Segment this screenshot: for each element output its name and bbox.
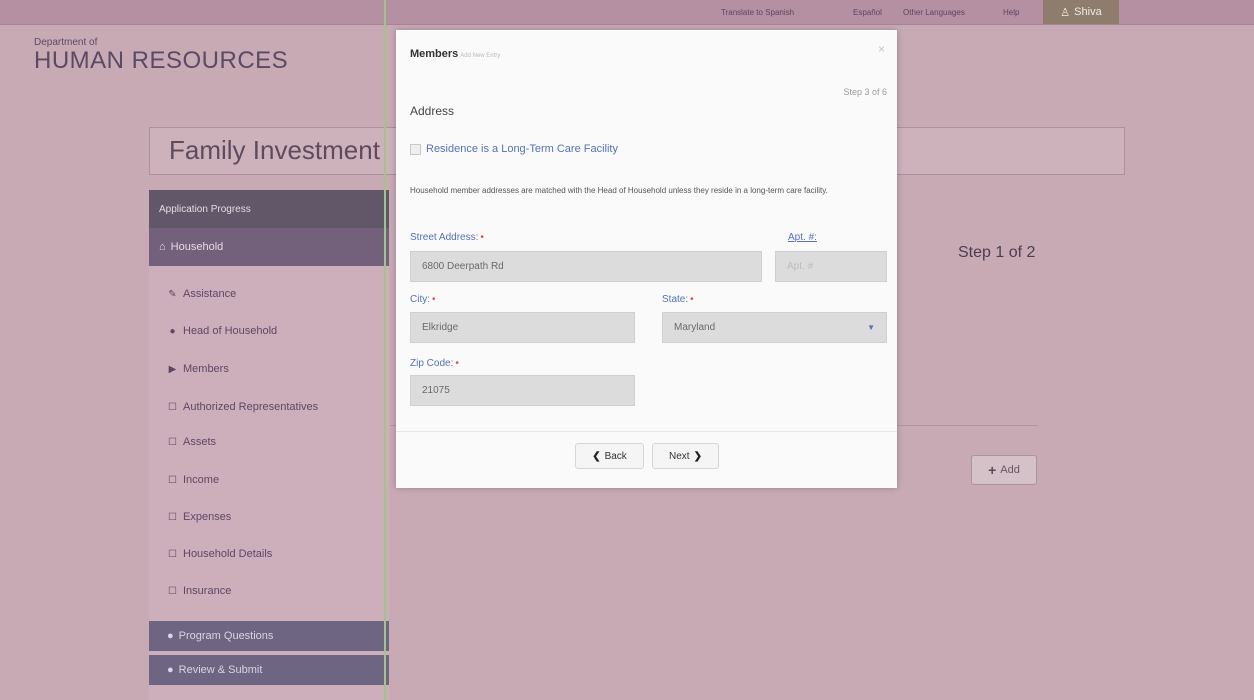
add-button[interactable]: + Add	[971, 455, 1037, 485]
state-select[interactable]: Maryland ▼	[662, 312, 887, 343]
step-indicator: Step 1 of 2	[958, 244, 1036, 261]
address-info-text: Household member addresses are matched w…	[410, 186, 828, 195]
long-term-care-checkbox[interactable]: Residence is a Long-Term Care Facility	[410, 143, 618, 155]
sidebar-item-label: Authorized Representatives	[183, 401, 319, 413]
home-icon: ⌂	[159, 241, 166, 253]
brand-logo[interactable]: Department of HUMAN RESOURCES	[34, 38, 288, 74]
apt-input[interactable]: Apt. #	[775, 251, 887, 282]
sidebar-item-label: Household Details	[183, 548, 273, 560]
sidebar-item-authorized-representatives[interactable]: ☐ Authorized Representatives	[167, 401, 318, 413]
city-input[interactable]: Elkridge	[410, 312, 635, 343]
required-marker: •	[480, 232, 484, 243]
members-modal: Members Add New Entry × Step 3 of 6 Addre…	[396, 30, 897, 488]
street-address-label: Street Address: •	[410, 232, 484, 243]
zip-code-label-text: Zip Code:	[410, 358, 454, 369]
square-icon: ☐	[168, 401, 177, 413]
play-arrow-icon: ▶	[168, 363, 177, 375]
sidebar-item-household-details[interactable]: ☐ Household Details	[167, 548, 272, 560]
square-icon: ☐	[168, 436, 177, 448]
back-button[interactable]: ❮ Back	[575, 443, 644, 469]
modal-title: Members Add New Entry	[410, 48, 500, 60]
square-icon: ☐	[168, 511, 177, 523]
close-icon[interactable]: ×	[878, 42, 885, 56]
checkbox-box[interactable]	[410, 143, 421, 155]
state-label: State: •	[662, 294, 694, 305]
address-heading: Address	[410, 104, 455, 118]
square-icon: ☐	[168, 548, 177, 560]
edit-icon: ✎	[168, 288, 177, 300]
modal-step-indicator: Step 3 of 6	[843, 87, 887, 97]
apt-label: Apt. #:	[788, 232, 817, 243]
info-circle-icon: ●	[169, 325, 176, 337]
sidebar-item-program-questions[interactable]: ● Program Questions	[149, 621, 389, 651]
sidebar-item-expenses[interactable]: ☐ Expenses	[167, 511, 231, 523]
add-button-label: Add	[1000, 464, 1020, 476]
sidebar-item-label: Insurance	[183, 585, 232, 597]
brand-name: HUMAN RESOURCES	[34, 47, 289, 74]
user-name: Shiva	[1074, 6, 1102, 18]
next-button[interactable]: Next ❯	[652, 443, 719, 469]
square-icon: ☐	[168, 585, 177, 597]
sidebar-item-income[interactable]: ☐ Income	[167, 474, 219, 486]
sidebar-item-insurance[interactable]: ☐ Insurance	[167, 585, 231, 597]
chevron-left-icon: ❮	[592, 450, 601, 462]
sidebar-item-label: Review & Submit	[178, 664, 263, 676]
state-select-value: Maryland	[674, 322, 716, 333]
plus-icon: +	[988, 462, 997, 478]
state-label-text: State:	[662, 294, 689, 305]
top-nav-bar: Translate to Spanish Español Other Langu…	[0, 0, 1254, 25]
translate-spanish-link[interactable]: Translate to Spanish	[721, 8, 794, 17]
zip-code-input[interactable]: 21075	[410, 375, 635, 406]
next-button-label: Next	[669, 450, 690, 462]
checkbox-label[interactable]: Residence is a Long-Term Care Facility	[426, 143, 618, 155]
sidebar-item-assistance[interactable]: ✎ Assistance	[167, 288, 236, 300]
other-languages-link[interactable]: Other Languages	[903, 8, 965, 17]
sidebar-item-label: Expenses	[183, 511, 232, 523]
caret-down-icon: ▼	[867, 323, 875, 332]
city-label-text: City:	[410, 294, 430, 305]
help-link[interactable]: Help	[1003, 8, 1019, 17]
sidebar-item-label: Head of Household	[183, 325, 278, 337]
street-address-input[interactable]: 6800 Deerpath Rd	[410, 251, 762, 282]
square-icon: ☐	[168, 474, 177, 486]
chevron-right-icon: ❯	[693, 450, 702, 462]
user-icon: ♙	[1060, 6, 1071, 19]
circle-arrow-icon: ●	[167, 664, 174, 676]
city-label: City: •	[410, 294, 436, 305]
required-marker: •	[432, 294, 436, 305]
sidebar-item-label: Members	[183, 363, 229, 375]
back-button-label: Back	[604, 450, 627, 462]
info-circle-icon: ●	[167, 630, 174, 642]
sidebar-item-label: Assets	[183, 436, 217, 448]
required-marker: •	[455, 358, 459, 369]
sidebar-item-label: Program Questions	[178, 630, 274, 642]
sidebar-item-head-of-household[interactable]: ● Head of Household	[167, 325, 277, 337]
required-marker: •	[690, 294, 694, 305]
sidebar-item-household[interactable]: ⌂ Household	[149, 228, 389, 266]
sidebar-item-label: Assistance	[183, 288, 237, 300]
espanol-link[interactable]: Español	[853, 8, 882, 17]
sidebar-item-assets[interactable]: ☐ Assets	[167, 436, 216, 448]
sidebar-item-review-submit[interactable]: ● Review & Submit	[149, 655, 389, 685]
zip-code-label: Zip Code: •	[410, 358, 459, 369]
user-menu-button[interactable]: ♙ Shiva	[1043, 0, 1119, 24]
sidebar-header: Application Progress	[149, 190, 389, 228]
application-progress-sidebar: Application Progress ⌂ Household ✎ Assis…	[149, 190, 389, 700]
sidebar-item-label: Household	[170, 241, 224, 253]
modal-title-sub: Add New Entry	[460, 53, 501, 59]
sidebar-item-members[interactable]: ▶ Members	[167, 363, 229, 375]
divider-line	[384, 0, 386, 700]
modal-title-text: Members	[410, 48, 459, 60]
street-address-label-text: Street Address:	[410, 232, 479, 243]
modal-footer-divider	[396, 431, 897, 432]
sidebar-item-label: Income	[183, 474, 220, 486]
